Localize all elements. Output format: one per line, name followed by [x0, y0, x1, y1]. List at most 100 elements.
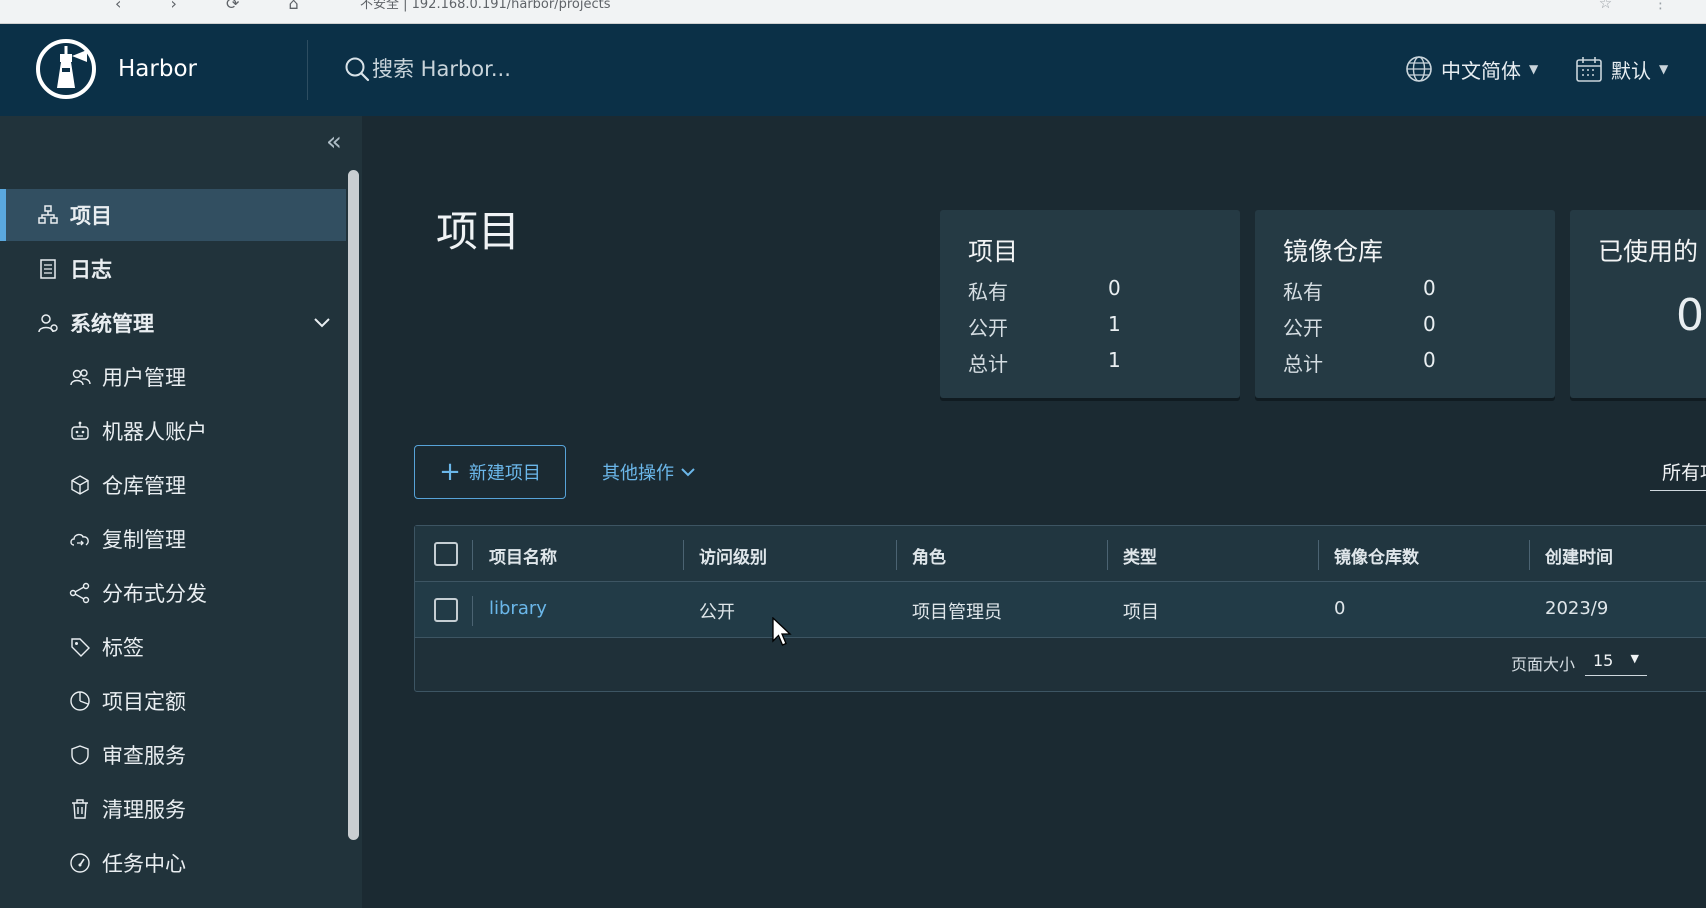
sidebar-item-replications[interactable]: 复制管理: [0, 513, 346, 565]
column-separator[interactable]: [1107, 540, 1108, 570]
address-bar[interactable]: 不安全 | 192.168.0.191/harbor/projects: [330, 0, 1430, 21]
stat-card-repositories: 镜像仓库 私有 0 公开 0 总计 0: [1255, 210, 1555, 398]
brand-name[interactable]: Harbor: [118, 56, 197, 82]
language-switcher[interactable]: 中文简体 ▼: [1405, 52, 1538, 86]
harbor-logo-icon[interactable]: [35, 38, 97, 100]
sidebar-item-robots[interactable]: 机器人账户: [0, 405, 346, 457]
column-separator: [472, 596, 473, 626]
sidebar-item-logs[interactable]: 日志: [0, 243, 346, 295]
page-size-label: 页面大小: [1511, 655, 1576, 674]
chevron-down-icon: ▼: [1659, 62, 1669, 76]
sidebar-item-quotas[interactable]: 项目定额: [0, 675, 346, 727]
sidebar-item-label: 仓库管理: [102, 474, 186, 498]
card-title: 项目: [968, 237, 1019, 266]
card-title: 已使用的: [1598, 237, 1699, 266]
chevron-down-icon: ▼: [1630, 652, 1639, 665]
theme-switcher[interactable]: 默认 ▼: [1575, 52, 1668, 86]
column-separator[interactable]: [896, 540, 897, 570]
dashboard-icon: [68, 851, 92, 875]
sidebar-item-jobs[interactable]: 任务中心: [0, 837, 346, 889]
stat-card-storage: 已使用的 0: [1570, 210, 1706, 398]
row-checkbox[interactable]: [434, 598, 458, 622]
plus-icon: +: [439, 457, 461, 487]
stat-row: 私有 0: [1283, 276, 1436, 304]
main-content: 项目 项目 私有 0 公开 1 总计 1 镜像仓库 私有 0 公开 0 总计 0 已使用的 …: [362, 116, 1706, 908]
robot-icon: [68, 419, 92, 443]
column-header-type[interactable]: 类型: [1123, 543, 1157, 568]
browser-action-icons[interactable]: ☆ ⋮: [1599, 0, 1686, 12]
page-size-value: 15: [1593, 651, 1614, 670]
browser-nav-icons[interactable]: ‹ › ⟳ ⌂: [115, 0, 321, 13]
stat-card-projects: 项目 私有 0 公开 1 总计 1: [940, 210, 1240, 398]
new-project-label: 新建项目: [468, 463, 541, 484]
sidebar-item-label: 日志: [70, 258, 112, 282]
column-header-role[interactable]: 角色: [912, 543, 946, 568]
top-header: Harbor 中文简体 ▼ 默认 ▼: [0, 24, 1706, 116]
stat-row: 公开 1: [968, 312, 1121, 340]
sidebar-item-label: 用户管理: [102, 366, 186, 390]
header-divider: [307, 40, 308, 100]
stat-row: 私有 0: [968, 276, 1121, 304]
sidebar-item-labels[interactable]: 标签: [0, 621, 346, 673]
quota-icon: [68, 689, 92, 713]
column-separator[interactable]: [683, 540, 684, 570]
stat-row: 总计 1: [968, 348, 1121, 376]
search-input[interactable]: [372, 52, 792, 86]
other-actions-button[interactable]: 其他操作: [602, 457, 696, 487]
sidebar-item-label: 机器人账户: [102, 420, 207, 444]
column-separator[interactable]: [1529, 540, 1530, 570]
type-cell: 项目: [1123, 602, 1159, 623]
page-size-select[interactable]: 15 ▼: [1585, 644, 1647, 676]
collapse-sidebar-icon[interactable]: «: [320, 129, 348, 158]
sidebar-item-projects[interactable]: 项目: [0, 189, 346, 241]
sidebar-item-label: 清理服务: [102, 798, 186, 822]
shield-icon: [68, 743, 92, 767]
column-header-name[interactable]: 项目名称: [489, 543, 557, 568]
sidebar: « 项目 日志 系统管理 用户管理 机器人账户 仓库管理 复制管理 分布式分发 …: [0, 116, 362, 908]
chevron-down-icon: [314, 318, 330, 328]
access-level-cell: 公开: [699, 602, 735, 623]
replication-icon: [68, 527, 92, 551]
card-title: 镜像仓库: [1283, 237, 1384, 266]
repo-count-cell: 0: [1334, 598, 1346, 619]
theme-label: 默认: [1611, 58, 1651, 83]
column-separator: [472, 540, 473, 570]
role-cell: 项目管理员: [912, 602, 1002, 623]
search-icon[interactable]: [344, 56, 370, 82]
globe-icon: [1406, 56, 1432, 82]
sidebar-item-label: 系统管理: [70, 312, 154, 336]
registry-icon: [68, 473, 92, 497]
sidebar-scrollbar[interactable]: [348, 170, 359, 840]
sidebar-item-label: 复制管理: [102, 528, 186, 552]
projects-datagrid: 项目名称 访问级别 角色 类型 镜像仓库数 创建时间 library 公开 项目…: [414, 525, 1706, 692]
table-header: 项目名称 访问级别 角色 类型 镜像仓库数 创建时间: [415, 526, 1706, 582]
new-project-button[interactable]: + 新建项目: [414, 445, 566, 499]
sidebar-item-label: 分布式分发: [102, 582, 207, 606]
chevron-down-icon: [681, 468, 695, 477]
column-header-created[interactable]: 创建时间: [1545, 543, 1613, 568]
sidebar-item-users[interactable]: 用户管理: [0, 351, 346, 403]
calendar-icon: [1576, 57, 1602, 82]
sidebar-item-gc[interactable]: 清理服务: [0, 783, 346, 835]
table-row[interactable]: library 公开 项目管理员 项目 0 2023/9: [415, 582, 1706, 638]
stat-row: 总计 0: [1283, 348, 1436, 376]
admin-icon: [36, 311, 60, 335]
select-all-checkbox[interactable]: [434, 542, 458, 566]
column-separator[interactable]: [1318, 540, 1319, 570]
browser-toolbar: ‹ › ⟳ ⌂ 不安全 | 192.168.0.191/harbor/proje…: [0, 0, 1706, 24]
project-filter-select[interactable]: 所有项: [1650, 451, 1706, 491]
column-header-access[interactable]: 访问级别: [699, 543, 767, 568]
sidebar-item-label: 项目: [70, 204, 112, 228]
users-icon: [68, 365, 92, 389]
address-text: 不安全 | 192.168.0.191/harbor/projects: [360, 0, 611, 12]
project-name-link[interactable]: library: [489, 598, 547, 619]
sidebar-item-label: 审查服务: [102, 744, 186, 768]
sidebar-item-registries[interactable]: 仓库管理: [0, 459, 346, 511]
projects-icon: [36, 203, 60, 227]
column-header-repo-count[interactable]: 镜像仓库数: [1334, 543, 1419, 568]
stat-row: 公开 0: [1283, 312, 1436, 340]
sidebar-item-distribution[interactable]: 分布式分发: [0, 567, 346, 619]
sidebar-item-scanners[interactable]: 审查服务: [0, 729, 346, 781]
distribution-icon: [68, 581, 92, 605]
sidebar-item-admin[interactable]: 系统管理: [0, 297, 346, 349]
